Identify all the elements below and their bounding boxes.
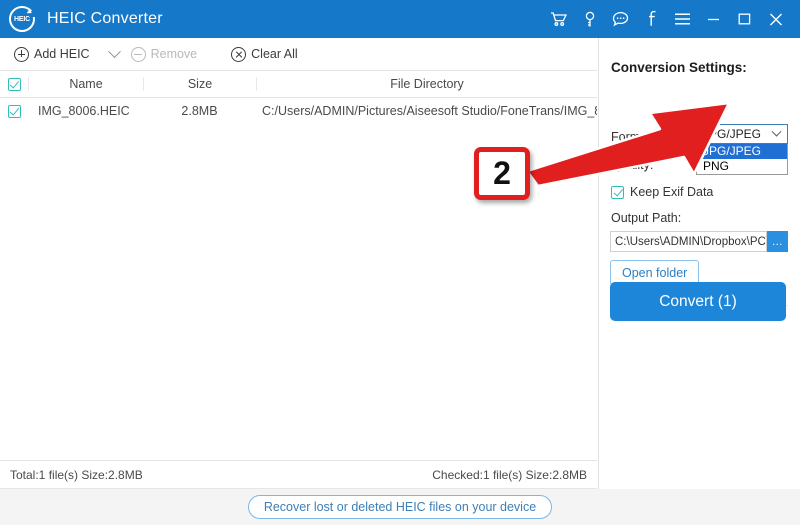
app-logo-text: HEIC (14, 15, 30, 23)
select-all-checkbox-cell (0, 77, 28, 91)
remove-label: Remove (150, 47, 198, 61)
row-checkbox-cell (0, 104, 28, 118)
keep-exif-label: Keep Exif Data (630, 185, 714, 199)
format-select-value: JPG/JPEG (703, 127, 762, 141)
minus-circle-icon (130, 46, 146, 62)
panel-title: Conversion Settings: (611, 60, 747, 75)
format-option-jpg[interactable]: JPG/JPEG (697, 144, 787, 159)
convert-button[interactable]: Convert (1) (610, 282, 786, 321)
title-bar: HEIC HEIC Converter (0, 0, 800, 38)
quality-label: Quality: (611, 158, 654, 172)
status-checked: Checked:1 file(s) Size:2.8MB (432, 468, 587, 482)
row-file-name: IMG_8006.HEIC (38, 104, 130, 118)
output-path-input[interactable]: C:\Users\ADMIN\Dropbox\PC\ (610, 231, 767, 252)
keep-exif-checkbox[interactable] (611, 185, 624, 199)
format-label: Format: (611, 130, 655, 144)
table-row[interactable]: IMG_8006.HEIC 2.8MB C:/Users/ADMIN/Pictu… (0, 98, 597, 124)
column-header-directory[interactable]: File Directory (256, 77, 597, 91)
format-select[interactable]: JPG/JPEG (696, 124, 788, 144)
app-title: HEIC Converter (47, 10, 163, 27)
file-list-header: Name Size File Directory (0, 71, 597, 98)
recover-files-button[interactable]: Recover lost or deleted HEIC files on yo… (247, 495, 553, 519)
output-path-label: Output Path: (611, 211, 682, 225)
format-option-png[interactable]: PNG (697, 159, 787, 174)
maximize-icon[interactable] (729, 0, 760, 38)
row-file-size: 2.8MB (181, 104, 218, 118)
row-checkbox[interactable] (7, 104, 21, 118)
bottom-bar: Recover lost or deleted HEIC files on yo… (0, 489, 800, 525)
plus-circle-icon (14, 46, 29, 62)
select-all-checkbox[interactable] (7, 77, 21, 91)
clear-all-button[interactable]: Clear All (225, 38, 304, 71)
keep-exif-row[interactable]: Keep Exif Data (611, 185, 713, 199)
clear-all-label: Clear All (251, 47, 298, 61)
browse-button[interactable]: ... (767, 231, 788, 252)
add-heic-label: Add HEIC (34, 47, 90, 61)
column-header-size[interactable]: Size (143, 77, 256, 91)
status-total: Total:1 file(s) Size:2.8MB (10, 468, 143, 482)
close-icon[interactable] (760, 0, 791, 38)
output-path-row: C:\Users\ADMIN\Dropbox\PC\ ... (610, 231, 788, 252)
format-dropdown-list[interactable]: JPG/JPEG PNG (696, 144, 788, 175)
toolbar: Add HEIC Remove Clear All (0, 38, 597, 71)
chevron-down-icon (771, 126, 782, 137)
add-heic-button[interactable]: Add HEIC (8, 38, 96, 71)
menu-icon[interactable] (667, 0, 698, 38)
facebook-icon[interactable] (636, 0, 667, 38)
close-circle-icon (231, 46, 247, 62)
minimize-icon[interactable] (698, 0, 729, 38)
chat-icon[interactable] (605, 0, 636, 38)
conversion-settings-panel: Conversion Settings: Format: Quality: JP… (598, 38, 800, 489)
chevron-down-icon[interactable] (107, 44, 121, 58)
row-file-directory: C:/Users/ADMIN/Pictures/Aiseesoft Studio… (262, 104, 597, 118)
status-bar: Total:1 file(s) Size:2.8MB Checked:1 fil… (0, 462, 597, 489)
title-bar-icons (543, 0, 800, 38)
cart-icon[interactable] (543, 0, 574, 38)
column-header-name[interactable]: Name (28, 77, 143, 91)
app-window: HEIC HEIC Converter Add HEIC Remove Clea… (0, 0, 800, 525)
step-badge-2: 2 (474, 147, 530, 200)
key-icon[interactable] (574, 0, 605, 38)
app-logo-icon: HEIC (9, 6, 35, 32)
remove-button[interactable]: Remove (125, 38, 204, 71)
